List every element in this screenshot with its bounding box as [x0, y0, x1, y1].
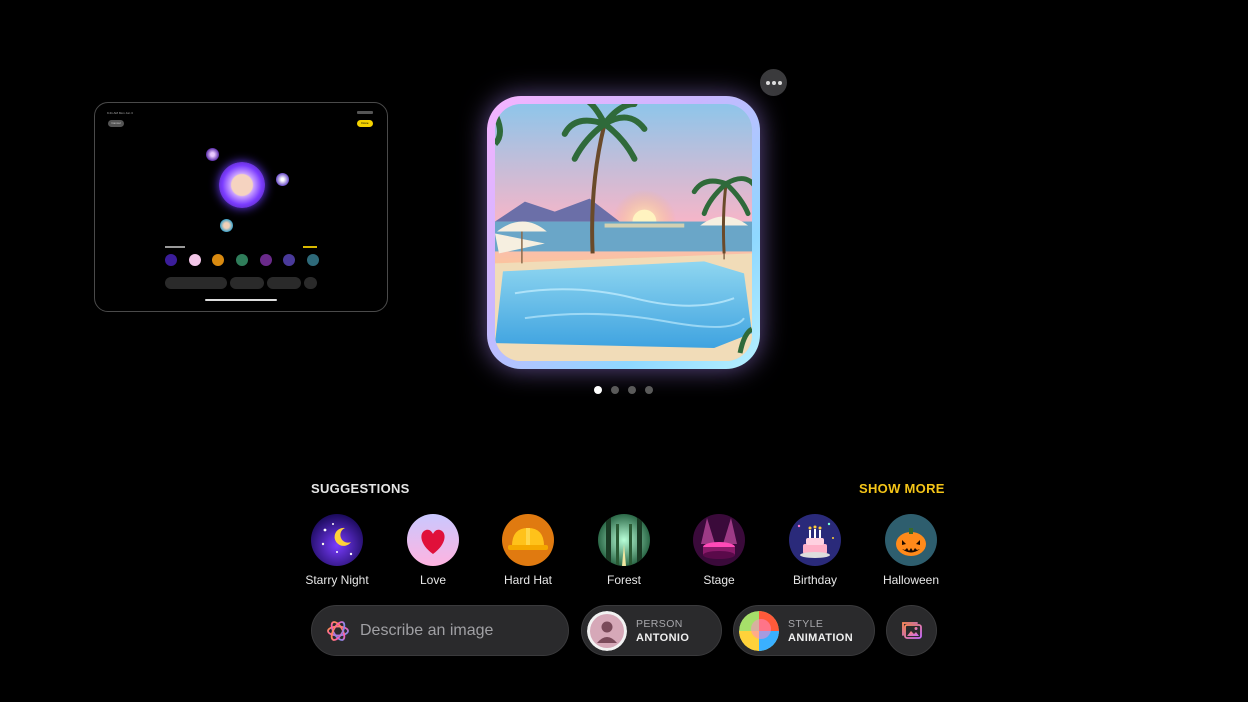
ipad-cancel-button: Cancel	[108, 120, 124, 127]
forest-icon	[598, 514, 650, 566]
style-chip-value: ANIMATION	[788, 631, 854, 644]
ipad-suggestions-heading	[165, 246, 185, 248]
person-avatar	[587, 610, 627, 651]
suggestion-label: Stage	[703, 573, 735, 587]
suggestion-hard-hat[interactable]: Hard Hat	[491, 514, 565, 587]
page-dot-1[interactable]	[594, 386, 602, 394]
ipad-suggestion-row	[165, 254, 319, 266]
suggestion-label: Halloween	[882, 573, 940, 587]
generated-image-preview[interactable]	[487, 96, 760, 369]
suggestion-halloween[interactable]: Halloween	[874, 514, 948, 587]
ipad-done-button: Done	[357, 120, 373, 127]
style-chip[interactable]: STYLE ANIMATION	[733, 605, 875, 656]
suggestion-forest[interactable]: Forest	[587, 514, 661, 587]
suggestion-label: Forest	[606, 573, 641, 587]
suggestion-label: Birthday	[792, 573, 838, 587]
birthday-cake-icon	[789, 514, 841, 566]
page-dot-3[interactable]	[628, 386, 636, 394]
person-chip-value: ANTONIO	[636, 631, 690, 644]
describe-placeholder: Describe an image	[360, 621, 494, 639]
suggestion-starry-night[interactable]: Starry Night	[300, 514, 374, 587]
image-playground-icon	[327, 620, 349, 641]
hard-hat-icon	[502, 514, 554, 566]
ipad-person-chip	[230, 277, 264, 289]
more-options-button[interactable]	[760, 69, 787, 96]
heart-icon	[407, 514, 459, 566]
ipad-home-indicator	[205, 299, 277, 301]
ipad-show-more	[303, 246, 317, 248]
pool-sunset-image	[495, 104, 752, 361]
suggestion-love[interactable]: Love	[396, 514, 470, 587]
suggestion-label: Love	[419, 573, 447, 587]
ellipsis-icon	[765, 80, 782, 85]
suggestion-label: Hard Hat	[503, 573, 553, 587]
describe-image-input[interactable]: Describe an image	[311, 605, 569, 656]
page-dot-4[interactable]	[645, 386, 653, 394]
ipad-style-chip	[267, 277, 301, 289]
photo-library-button[interactable]	[886, 605, 937, 656]
ipad-mini-bubble	[276, 173, 289, 186]
animation-style-icon	[739, 610, 779, 651]
person-chip-label: PERSON	[636, 617, 683, 630]
suggestion-label: Starry Night	[305, 573, 369, 587]
suggestions-heading: SUGGESTIONS	[311, 481, 410, 496]
person-chip[interactable]: PERSON ANTONIO	[581, 605, 722, 656]
stage-icon	[693, 514, 745, 566]
suggestion-birthday[interactable]: Birthday	[778, 514, 852, 587]
pumpkin-icon	[885, 514, 937, 566]
ipad-mini-bubble	[206, 148, 219, 161]
style-chip-label: STYLE	[788, 617, 824, 630]
ipad-status-time: 9:41 AM Mon Jun 3	[107, 111, 133, 115]
ipad-photo-button	[304, 277, 317, 289]
page-indicator[interactable]	[594, 386, 653, 394]
ipad-mini-bubble	[220, 219, 233, 232]
suggestions-list: Starry Night Love Hard Hat Forest Stage …	[300, 514, 948, 590]
page-dot-2[interactable]	[611, 386, 619, 394]
ipad-battery-icon	[357, 111, 373, 114]
photo-library-icon	[901, 621, 922, 639]
ipad-thumbnail: 9:41 AM Mon Jun 3 Cancel Done	[94, 102, 388, 312]
starry-night-icon	[311, 514, 363, 566]
show-more-button[interactable]: SHOW MORE	[859, 481, 945, 496]
suggestion-stage[interactable]: Stage	[682, 514, 756, 587]
ipad-main-bubble	[219, 162, 265, 208]
ipad-describe-bar	[165, 277, 227, 289]
